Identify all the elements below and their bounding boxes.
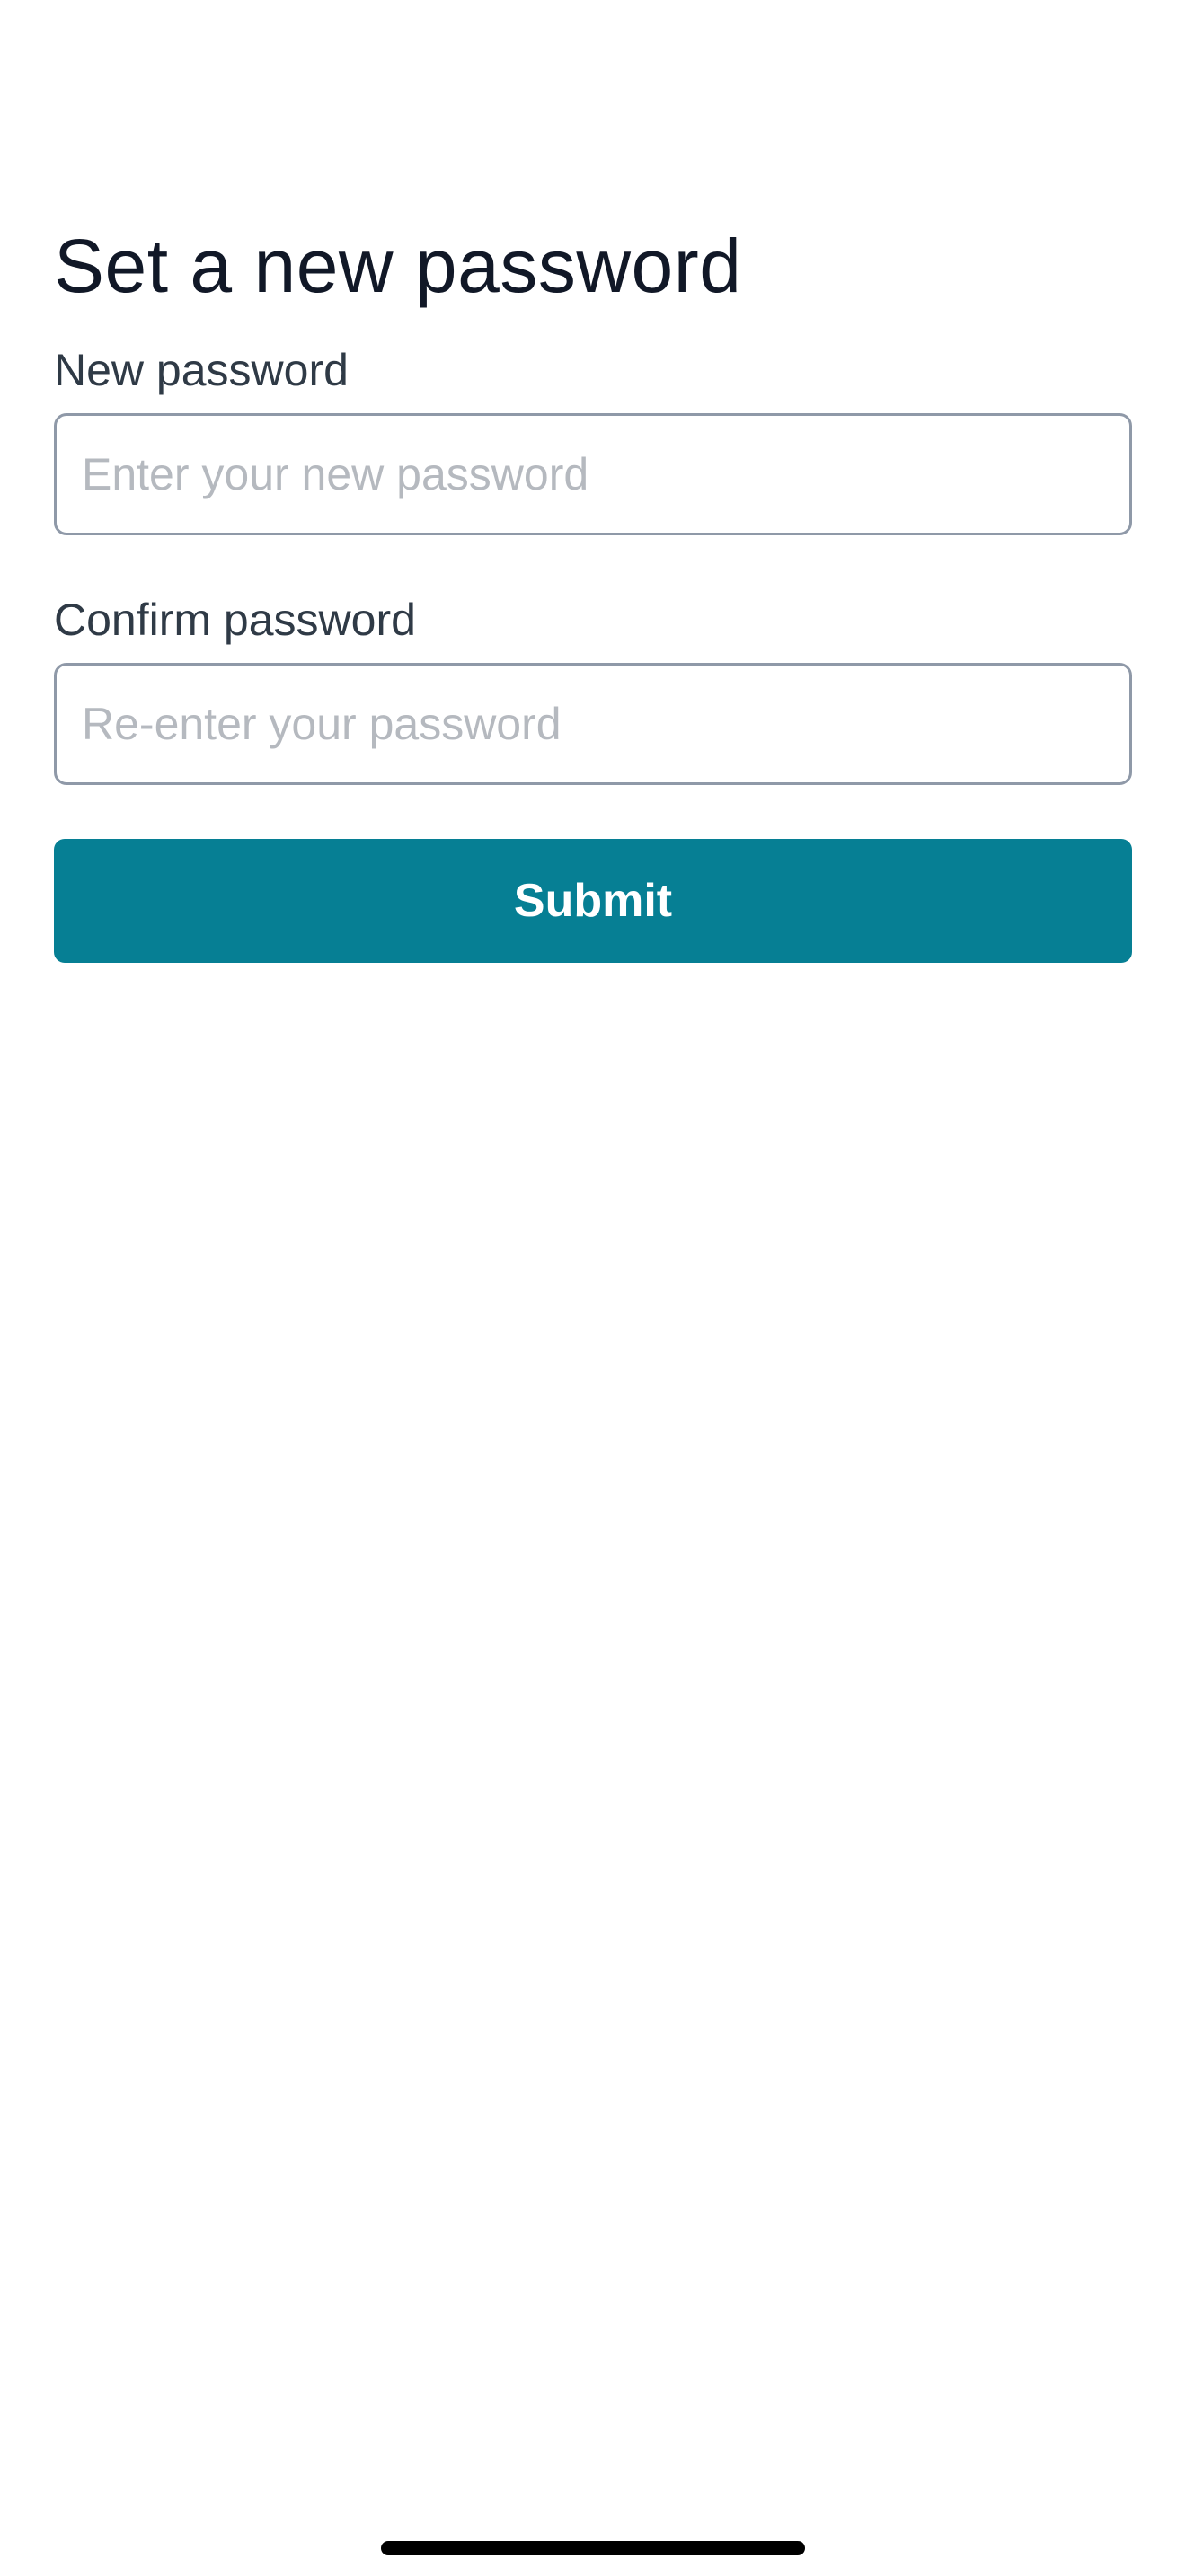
new-password-input[interactable]	[54, 413, 1132, 535]
confirm-password-label: Confirm password	[54, 595, 416, 645]
new-password-label: New password	[54, 345, 349, 395]
password-reset-screen: Set a new password New password Confirm …	[0, 0, 1186, 2576]
submit-button[interactable]: Submit	[54, 839, 1132, 963]
home-indicator	[381, 2541, 805, 2555]
password-reset-form: Set a new password New password Confirm …	[54, 216, 1132, 963]
confirm-password-input[interactable]	[54, 663, 1132, 785]
page-title: Set a new password	[54, 224, 742, 308]
